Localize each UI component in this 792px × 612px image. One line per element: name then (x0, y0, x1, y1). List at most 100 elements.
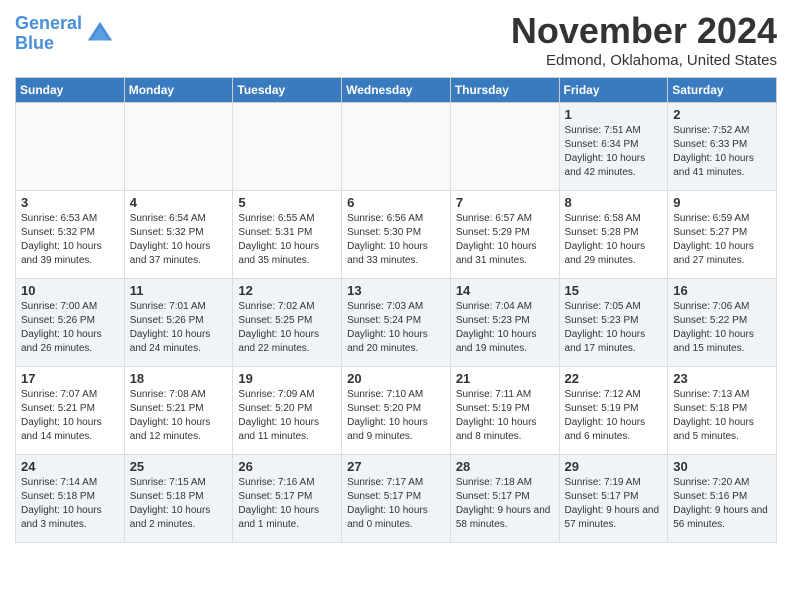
cell-content: Sunrise: 6:53 AM Sunset: 5:32 PM Dayligh… (21, 212, 119, 268)
cell-content: Sunrise: 6:56 AM Sunset: 5:30 PM Dayligh… (347, 212, 445, 268)
logo-text: General Blue (15, 14, 82, 54)
day-number: 2 (673, 107, 771, 122)
table-row: 24Sunrise: 7:14 AM Sunset: 5:18 PM Dayli… (16, 455, 125, 543)
logo-icon (86, 20, 114, 48)
day-number: 19 (238, 371, 336, 386)
table-row: 12Sunrise: 7:02 AM Sunset: 5:25 PM Dayli… (233, 279, 342, 367)
cell-content: Sunrise: 6:57 AM Sunset: 5:29 PM Dayligh… (456, 212, 554, 268)
table-row: 16 Sunrise: 7:06 AM Sunset: 5:22 PM Dayli… (668, 279, 777, 367)
cell-content: Sunrise: 7:15 AM Sunset: 5:18 PM Dayligh… (130, 476, 228, 532)
cell-content: Sunrise: 7:01 AM Sunset: 5:26 PM Dayligh… (130, 300, 228, 356)
day-number: 11 (130, 283, 228, 298)
col-sunday: Sunday (16, 78, 125, 103)
cell-content: Sunrise: 6:55 AM Sunset: 5:31 PM Dayligh… (238, 212, 336, 268)
table-row: 13 Sunrise: 7:03 AM Sunset: 5:24 PM Dayli… (342, 279, 451, 367)
day-number: 30 (673, 459, 771, 474)
cell-content: Sunrise: 6:58 AM Sunset: 5:28 PM Dayligh… (565, 212, 663, 268)
table-row: 7 Sunrise: 6:57 AM Sunset: 5:29 PM Daylig… (450, 191, 559, 279)
page-header: General Blue November 2024 Edmond, Oklah… (15, 10, 777, 69)
location: Edmond, Oklahoma, United States (511, 52, 777, 69)
cell-content: Sunrise: 6:59 AM Sunset: 5:27 PM Dayligh… (673, 212, 771, 268)
col-friday: Friday (559, 78, 668, 103)
table-row (233, 103, 342, 191)
cell-content: Sunrise: 7:09 AM Sunset: 5:20 PM Dayligh… (238, 388, 336, 444)
cell-content: Sunrise: 7:10 AM Sunset: 5:20 PM Dayligh… (347, 388, 445, 444)
cell-content: Sunrise: 7:52 AM Sunset: 6:33 PM Dayligh… (673, 124, 771, 180)
day-number: 9 (673, 195, 771, 210)
table-row: 4 Sunrise: 6:54 AM Sunset: 5:32 PM Daylig… (124, 191, 233, 279)
day-number: 3 (21, 195, 119, 210)
col-monday: Monday (124, 78, 233, 103)
table-row (124, 103, 233, 191)
cell-content: Sunrise: 7:17 AM Sunset: 5:17 PM Dayligh… (347, 476, 445, 532)
day-number: 17 (21, 371, 119, 386)
day-number: 7 (456, 195, 554, 210)
table-row: 1Sunrise: 7:51 AM Sunset: 6:34 PM Daylig… (559, 103, 668, 191)
table-row: 2 Sunrise: 7:52 AM Sunset: 6:33 PM Daylig… (668, 103, 777, 191)
day-number: 4 (130, 195, 228, 210)
logo-blue: Blue (15, 33, 54, 53)
col-thursday: Thursday (450, 78, 559, 103)
table-row (450, 103, 559, 191)
table-row: 30 Sunrise: 7:20 AM Sunset: 5:16 PM Dayli… (668, 455, 777, 543)
cell-content: Sunrise: 7:08 AM Sunset: 5:21 PM Dayligh… (130, 388, 228, 444)
col-saturday: Saturday (668, 78, 777, 103)
logo-general: General (15, 13, 82, 33)
table-row: 27 Sunrise: 7:17 AM Sunset: 5:17 PM Dayli… (342, 455, 451, 543)
table-row: 26Sunrise: 7:16 AM Sunset: 5:17 PM Dayli… (233, 455, 342, 543)
calendar-header-row: Sunday Monday Tuesday Wednesday Thursday… (16, 78, 777, 103)
cell-content: Sunrise: 7:14 AM Sunset: 5:18 PM Dayligh… (21, 476, 119, 532)
day-number: 16 (673, 283, 771, 298)
day-number: 8 (565, 195, 663, 210)
day-number: 26 (238, 459, 336, 474)
cell-content: Sunrise: 7:18 AM Sunset: 5:17 PM Dayligh… (456, 476, 554, 532)
cell-content: Sunrise: 7:07 AM Sunset: 5:21 PM Dayligh… (21, 388, 119, 444)
day-number: 28 (456, 459, 554, 474)
calendar-week-row: 10 Sunrise: 7:00 AM Sunset: 5:26 PM Dayli… (16, 279, 777, 367)
cell-content: Sunrise: 6:54 AM Sunset: 5:32 PM Dayligh… (130, 212, 228, 268)
day-number: 10 (21, 283, 119, 298)
table-row: 11 Sunrise: 7:01 AM Sunset: 5:26 PM Dayli… (124, 279, 233, 367)
table-row: 28 Sunrise: 7:18 AM Sunset: 5:17 PM Dayli… (450, 455, 559, 543)
calendar-table: Sunday Monday Tuesday Wednesday Thursday… (15, 77, 777, 543)
cell-content: Sunrise: 7:19 AM Sunset: 5:17 PM Dayligh… (565, 476, 663, 532)
table-row: 3 Sunrise: 6:53 AM Sunset: 5:32 PM Daylig… (16, 191, 125, 279)
table-row: 29 Sunrise: 7:19 AM Sunset: 5:17 PM Dayli… (559, 455, 668, 543)
table-row: 21Sunrise: 7:11 AM Sunset: 5:19 PM Dayli… (450, 367, 559, 455)
cell-content: Sunrise: 7:06 AM Sunset: 5:22 PM Dayligh… (673, 300, 771, 356)
table-row (342, 103, 451, 191)
calendar-week-row: 1Sunrise: 7:51 AM Sunset: 6:34 PM Daylig… (16, 103, 777, 191)
table-row: 5Sunrise: 6:55 AM Sunset: 5:31 PM Daylig… (233, 191, 342, 279)
table-row: 23 Sunrise: 7:13 AM Sunset: 5:18 PM Dayli… (668, 367, 777, 455)
day-number: 14 (456, 283, 554, 298)
cell-content: Sunrise: 7:20 AM Sunset: 5:16 PM Dayligh… (673, 476, 771, 532)
day-number: 13 (347, 283, 445, 298)
day-number: 27 (347, 459, 445, 474)
table-row: 14 Sunrise: 7:04 AM Sunset: 5:23 PM Dayli… (450, 279, 559, 367)
table-row (16, 103, 125, 191)
day-number: 23 (673, 371, 771, 386)
table-row: 17 Sunrise: 7:07 AM Sunset: 5:21 PM Dayli… (16, 367, 125, 455)
calendar-week-row: 17 Sunrise: 7:07 AM Sunset: 5:21 PM Dayli… (16, 367, 777, 455)
day-number: 29 (565, 459, 663, 474)
cell-content: Sunrise: 7:04 AM Sunset: 5:23 PM Dayligh… (456, 300, 554, 356)
day-number: 18 (130, 371, 228, 386)
table-row: 9 Sunrise: 6:59 AM Sunset: 5:27 PM Daylig… (668, 191, 777, 279)
cell-content: Sunrise: 7:13 AM Sunset: 5:18 PM Dayligh… (673, 388, 771, 444)
cell-content: Sunrise: 7:05 AM Sunset: 5:23 PM Dayligh… (565, 300, 663, 356)
table-row: 18 Sunrise: 7:08 AM Sunset: 5:21 PM Dayli… (124, 367, 233, 455)
calendar-week-row: 3 Sunrise: 6:53 AM Sunset: 5:32 PM Daylig… (16, 191, 777, 279)
table-row: 8 Sunrise: 6:58 AM Sunset: 5:28 PM Daylig… (559, 191, 668, 279)
table-row: 20 Sunrise: 7:10 AM Sunset: 5:20 PM Dayli… (342, 367, 451, 455)
day-number: 15 (565, 283, 663, 298)
table-row: 15 Sunrise: 7:05 AM Sunset: 5:23 PM Dayli… (559, 279, 668, 367)
calendar-week-row: 24Sunrise: 7:14 AM Sunset: 5:18 PM Dayli… (16, 455, 777, 543)
logo: General Blue (15, 14, 114, 54)
cell-content: Sunrise: 7:00 AM Sunset: 5:26 PM Dayligh… (21, 300, 119, 356)
day-number: 20 (347, 371, 445, 386)
cell-content: Sunrise: 7:03 AM Sunset: 5:24 PM Dayligh… (347, 300, 445, 356)
col-wednesday: Wednesday (342, 78, 451, 103)
day-number: 25 (130, 459, 228, 474)
day-number: 12 (238, 283, 336, 298)
day-number: 6 (347, 195, 445, 210)
